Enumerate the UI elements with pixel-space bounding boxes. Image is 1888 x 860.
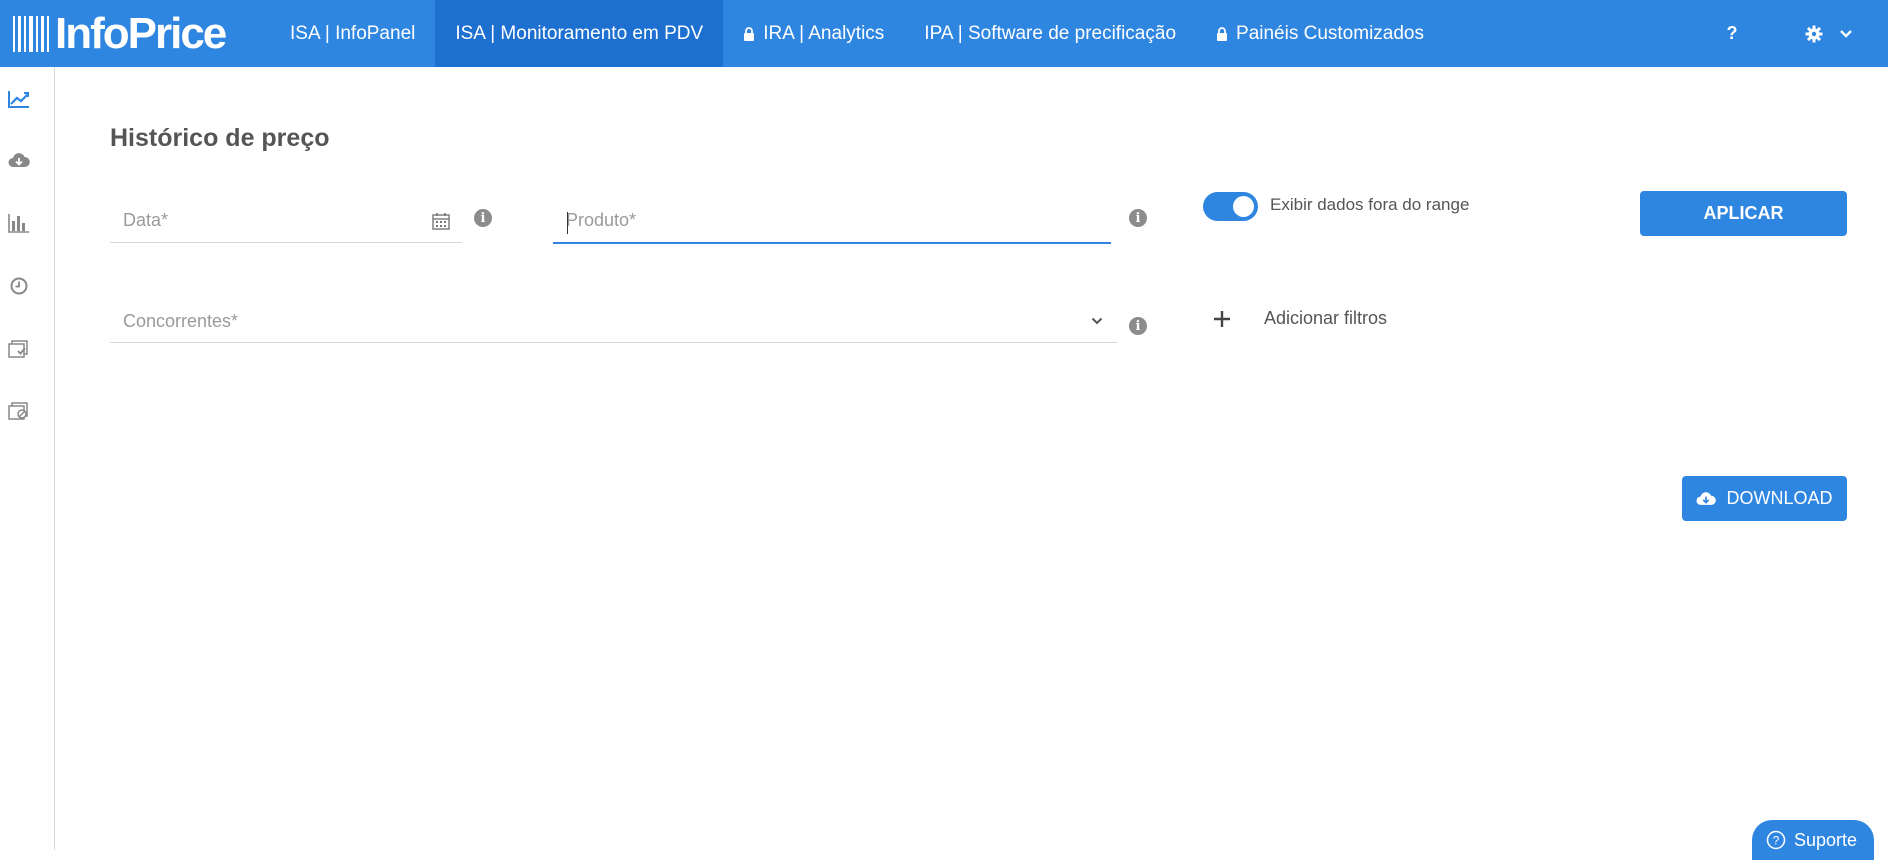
- clock-icon: [10, 277, 28, 295]
- help-circle-icon: ?: [1766, 830, 1786, 850]
- text-caret: [567, 212, 568, 234]
- support-widget-button[interactable]: ? Suporte: [1752, 820, 1874, 860]
- main-nav: ISA | InfoPanel ISA | Monitoramento em P…: [270, 0, 1444, 67]
- nav-item-ira-analytics[interactable]: IRA | Analytics: [723, 0, 904, 67]
- blocked-list-icon: [8, 402, 28, 420]
- competitors-select[interactable]: Concorrentes*: [110, 305, 1117, 343]
- top-navigation-bar: InfoPrice ISA | InfoPanel ISA | Monitora…: [0, 0, 1888, 67]
- product-placeholder: Produto*: [566, 210, 637, 230]
- lock-icon: [1217, 26, 1228, 41]
- sidebar-item-download[interactable]: [6, 147, 32, 173]
- nav-item-label: Painéis Customizados: [1236, 22, 1424, 44]
- download-label: DOWNLOAD: [1726, 488, 1833, 508]
- cloud-download-icon: [1696, 492, 1717, 505]
- svg-text:?: ?: [1773, 834, 1780, 848]
- left-sidebar: [0, 67, 55, 850]
- sidebar-item-blocked[interactable]: [6, 398, 32, 424]
- chevron-down-icon: [1091, 317, 1103, 325]
- calendar-icon[interactable]: [432, 212, 450, 230]
- logo-text: InfoPrice: [55, 8, 227, 58]
- add-filters-button[interactable]: Adicionar filtros: [1212, 308, 1387, 329]
- date-field[interactable]: Data*: [110, 206, 462, 243]
- nav-item-label: ISA | Monitoramento em PDV: [455, 22, 704, 44]
- sidebar-item-history[interactable]: [6, 273, 32, 299]
- nav-item-paineis-customizados[interactable]: Painéis Customizados: [1196, 0, 1444, 67]
- settings-menu-button[interactable]: [1805, 25, 1853, 43]
- out-of-range-toggle[interactable]: [1203, 192, 1258, 221]
- nav-item-label: IRA | Analytics: [763, 22, 885, 44]
- sidebar-item-checklist[interactable]: [6, 336, 32, 362]
- add-filters-label: Adicionar filtros: [1264, 308, 1388, 328]
- plus-icon: [1214, 310, 1230, 327]
- date-info-icon[interactable]: i: [474, 209, 492, 227]
- help-button[interactable]: ?: [1717, 23, 1747, 44]
- bar-chart-icon: [8, 214, 29, 233]
- cloud-download-icon: [8, 153, 30, 167]
- competitors-info-icon[interactable]: i: [1129, 317, 1147, 335]
- nav-item-isa-infopanel[interactable]: ISA | InfoPanel: [270, 0, 435, 67]
- nav-right-actions: ?: [1717, 0, 1888, 67]
- chevron-down-icon: [1840, 29, 1852, 38]
- apply-button[interactable]: APLICAR: [1640, 191, 1847, 236]
- product-field[interactable]: Produto*: [553, 206, 1111, 244]
- nav-item-isa-monitoramento[interactable]: ISA | Monitoramento em PDV: [435, 0, 724, 67]
- checklist-icon: [8, 340, 28, 358]
- lock-icon: [744, 26, 755, 41]
- nav-item-label: IPA | Software de precificação: [924, 22, 1177, 44]
- nav-item-ipa-software[interactable]: IPA | Software de precificação: [904, 0, 1196, 67]
- competitors-placeholder: Concorrentes*: [123, 311, 239, 331]
- support-label: Suporte: [1794, 830, 1858, 850]
- page-title: Histórico de preço: [110, 124, 330, 152]
- product-info-icon[interactable]: i: [1129, 209, 1147, 227]
- barcode-logo-mark: [13, 15, 52, 52]
- infoprice-logo[interactable]: InfoPrice: [0, 0, 270, 67]
- download-button[interactable]: DOWNLOAD: [1682, 476, 1847, 521]
- out-of-range-toggle-label: Exibir dados fora do range: [1270, 195, 1470, 214]
- date-placeholder: Data*: [123, 210, 169, 230]
- nav-item-label: ISA | InfoPanel: [290, 22, 416, 44]
- toggle-knob: [1233, 196, 1254, 217]
- sidebar-item-price-history[interactable]: [6, 86, 32, 112]
- sidebar-item-reports[interactable]: [6, 210, 32, 236]
- line-chart-icon: [8, 91, 29, 108]
- gear-icon: [1805, 25, 1823, 42]
